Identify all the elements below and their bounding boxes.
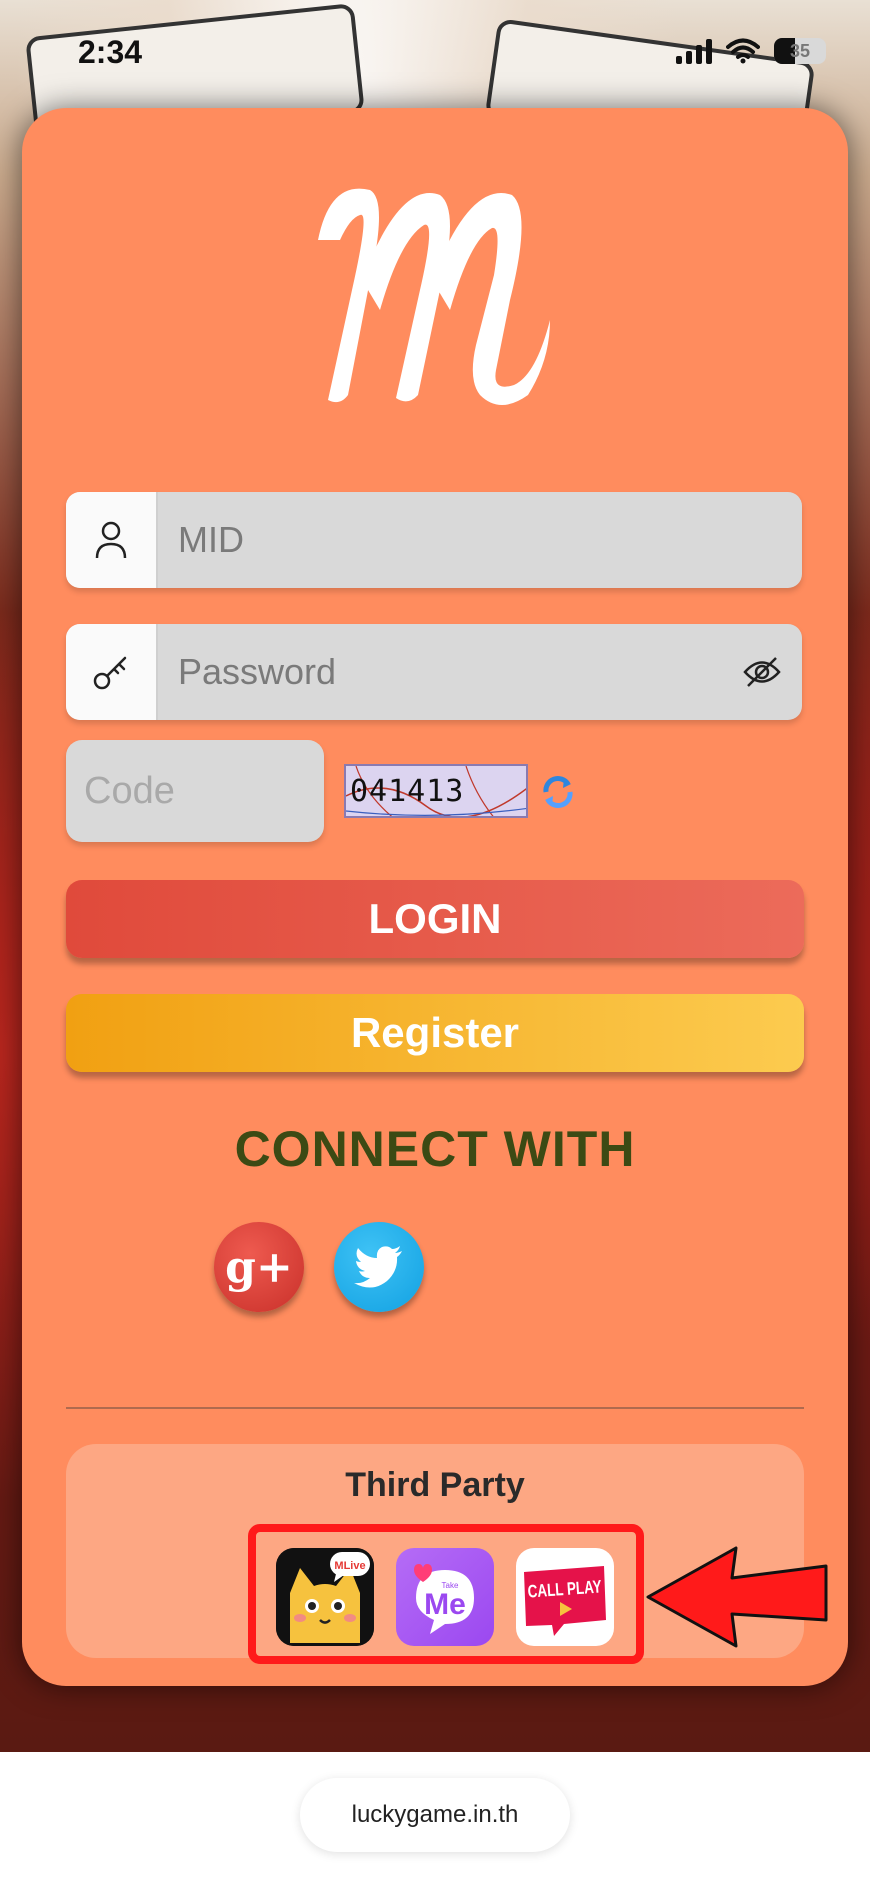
password-input[interactable]: Password <box>158 651 722 693</box>
code-input[interactable]: Code <box>66 740 324 842</box>
user-icon <box>66 492 158 588</box>
mid-field[interactable]: MID <box>66 492 802 588</box>
captcha-code: 041413 <box>350 773 465 809</box>
register-button[interactable]: Register <box>66 994 804 1072</box>
twitter-icon <box>354 1246 402 1288</box>
toggle-visibility-icon[interactable] <box>722 655 802 689</box>
google-plus-icon: g+ <box>225 1241 293 1293</box>
browser-url-bar[interactable]: luckygame.in.th <box>300 1778 570 1852</box>
highlight-box <box>248 1524 644 1664</box>
login-button[interactable]: LOGIN <box>66 880 804 958</box>
divider <box>66 1407 804 1409</box>
refresh-icon[interactable] <box>540 774 576 810</box>
mid-input[interactable]: MID <box>158 519 802 561</box>
battery-icon: 35 <box>774 38 826 64</box>
captcha-image: 041413 <box>344 764 528 818</box>
third-party-title: Third Party <box>345 1466 525 1504</box>
battery-level: 35 <box>789 40 811 61</box>
m-logo <box>318 188 550 405</box>
status-icons: 35 <box>676 38 826 64</box>
signal-icon <box>676 38 712 64</box>
status-time: 2:34 <box>78 34 143 70</box>
password-field[interactable]: Password <box>66 624 802 720</box>
google-plus-button[interactable]: g+ <box>214 1222 304 1312</box>
wifi-icon <box>726 38 760 64</box>
connect-with-title: CONNECT WITH <box>234 1121 636 1177</box>
key-icon <box>66 624 158 720</box>
red-arrow-annotation <box>646 1546 828 1648</box>
status-bar: 2:34 35 <box>0 0 870 110</box>
twitter-button[interactable] <box>334 1222 424 1312</box>
